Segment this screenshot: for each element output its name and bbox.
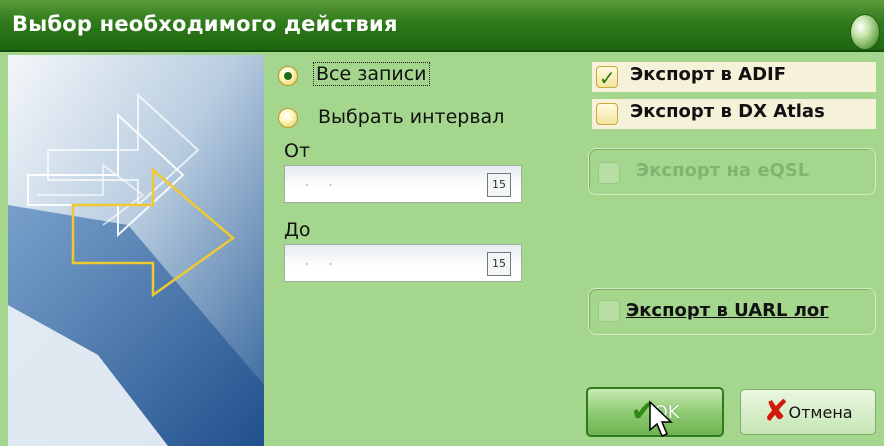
- title-bar: Выбор необходимого действия: [0, 0, 884, 52]
- from-date-field[interactable]: . . 15: [284, 165, 522, 203]
- to-date-value: . .: [303, 254, 339, 269]
- all-records-radio[interactable]: [278, 66, 298, 86]
- all-records-label[interactable]: Все записи: [313, 62, 430, 86]
- export-eqsl-label[interactable]: Экспорт на eQSL: [636, 160, 809, 181]
- export-uarl-checkbox[interactable]: [598, 300, 620, 322]
- select-interval-radio[interactable]: [278, 108, 298, 128]
- calendar-icon[interactable]: 15: [487, 173, 511, 197]
- window-title: Выбор необходимого действия: [12, 12, 398, 36]
- arrows-graphic: [8, 55, 264, 446]
- red-x-icon: ✘: [763, 394, 789, 429]
- export-eqsl-checkbox[interactable]: [598, 162, 620, 184]
- cancel-button-label: Отмена: [788, 402, 853, 422]
- select-interval-label[interactable]: Выбрать интервал: [318, 106, 504, 128]
- to-label: До: [284, 219, 311, 241]
- check-icon: ✓: [599, 66, 616, 90]
- mouse-pointer-icon: [649, 400, 673, 437]
- from-label: От: [284, 140, 311, 162]
- calendar-icon[interactable]: 15: [487, 252, 511, 276]
- export-dx-atlas-label[interactable]: Экспорт в DX Atlas: [630, 101, 825, 122]
- export-dialog: Выбор необходимого действия Все записи В…: [0, 0, 884, 446]
- export-dx-atlas-checkbox[interactable]: [596, 103, 618, 125]
- from-date-value: . .: [303, 175, 339, 190]
- to-date-field[interactable]: . . 15: [284, 244, 522, 282]
- export-adif-label[interactable]: Экспорт в ADIF: [630, 64, 786, 85]
- decorative-arrows-panel: [8, 55, 264, 446]
- green-orb-icon[interactable]: [850, 14, 880, 50]
- export-adif-checkbox[interactable]: ✓: [596, 66, 618, 90]
- cancel-button[interactable]: ✘ Отмена: [740, 389, 876, 435]
- radio-selected-dot: [284, 72, 292, 80]
- export-uarl-label[interactable]: Экспорт в UARL лог: [626, 300, 829, 321]
